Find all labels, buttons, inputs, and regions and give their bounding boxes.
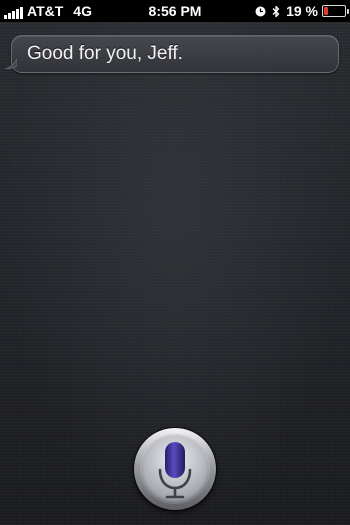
siri-response-text: Good for you, Jeff. bbox=[27, 43, 183, 64]
siri-screen: AT&T 4G 8:56 PM 19 % Good for you, Jeff. bbox=[0, 0, 350, 525]
status-bar: AT&T 4G 8:56 PM 19 % bbox=[0, 0, 350, 22]
battery-fill bbox=[324, 7, 328, 15]
bluetooth-icon bbox=[272, 5, 280, 17]
clock-icon bbox=[255, 6, 266, 16]
microphone-icon bbox=[158, 442, 192, 499]
status-right: 19 % bbox=[255, 3, 349, 19]
siri-response-bubble: Good for you, Jeff. bbox=[5, 35, 339, 73]
battery-icon bbox=[322, 5, 349, 17]
battery-percent: 19 % bbox=[286, 3, 318, 19]
bubble-tail bbox=[5, 59, 17, 69]
microphone-button[interactable] bbox=[134, 428, 216, 510]
microphone-button-face bbox=[140, 434, 210, 504]
